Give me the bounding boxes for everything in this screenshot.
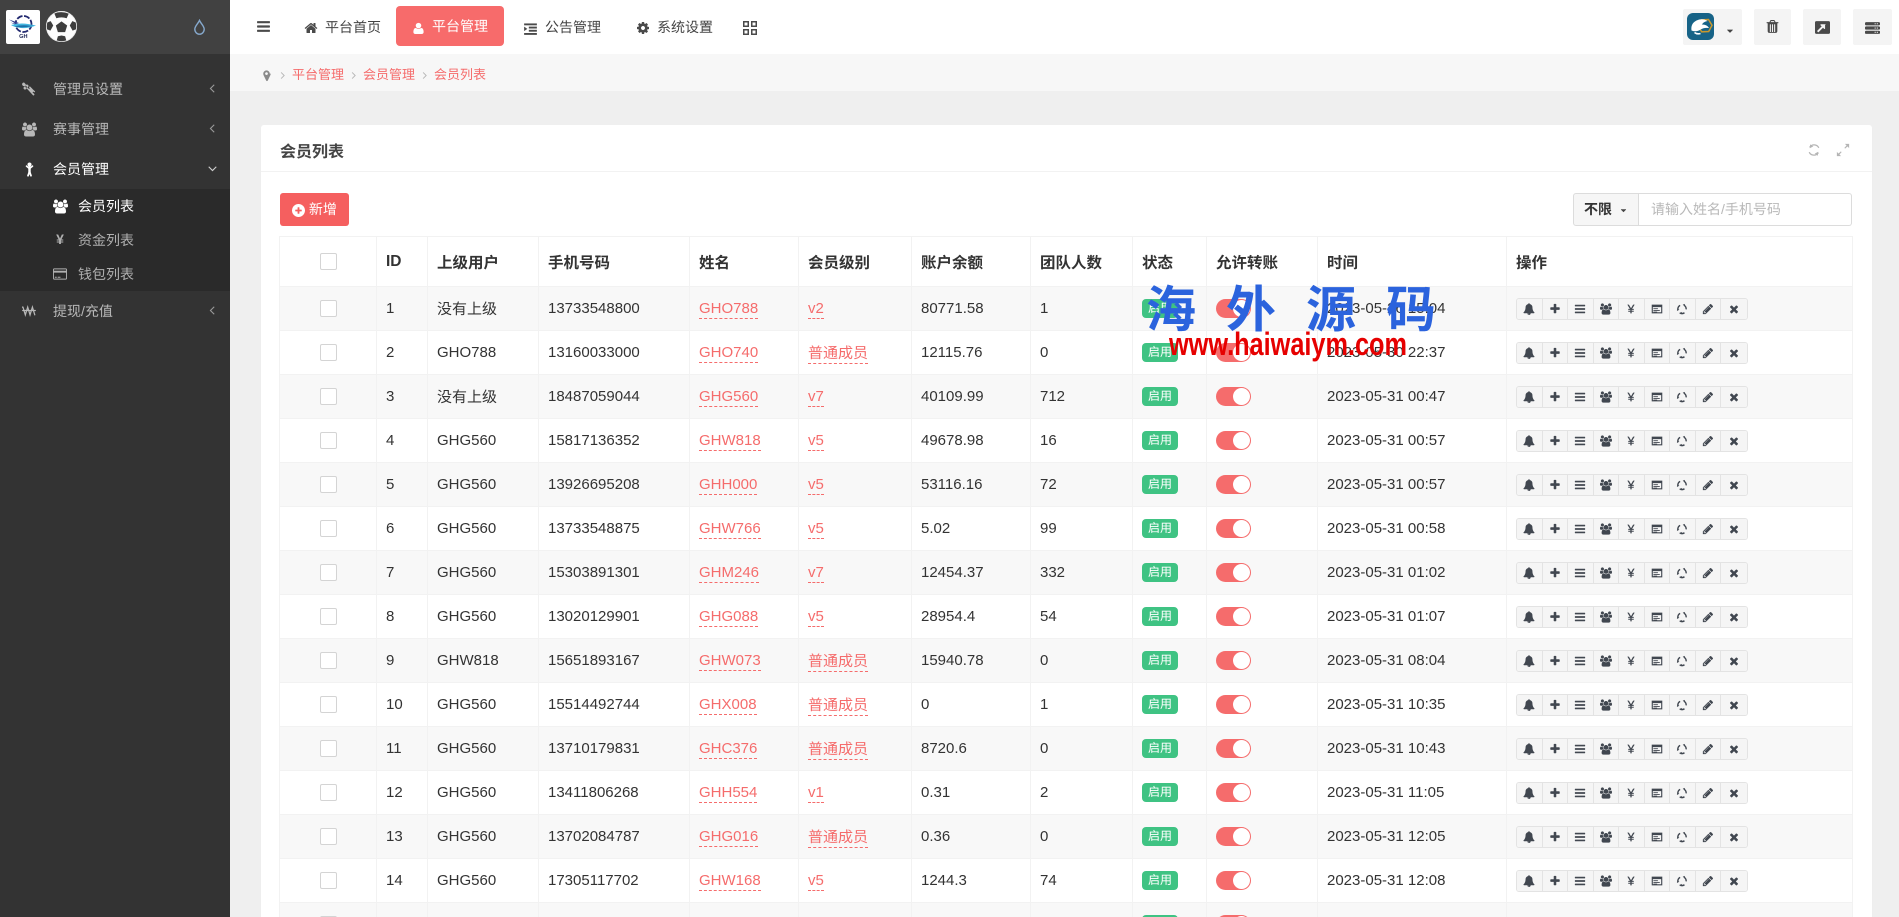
svg-text:GH: GH	[19, 34, 27, 40]
